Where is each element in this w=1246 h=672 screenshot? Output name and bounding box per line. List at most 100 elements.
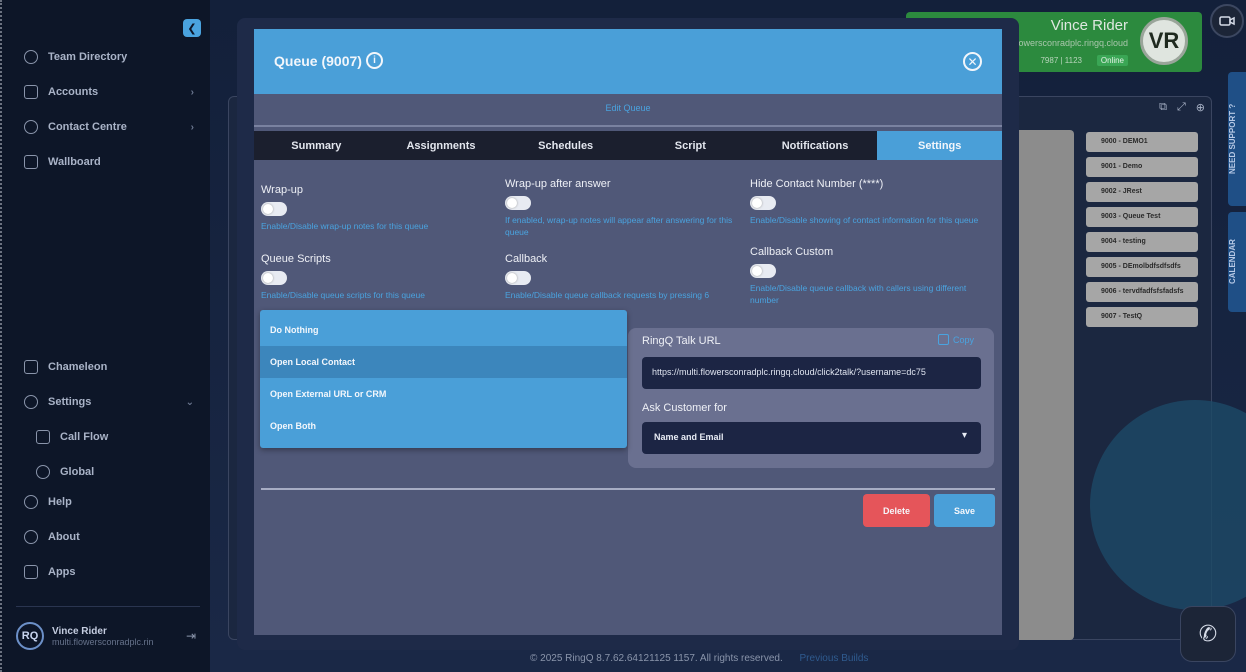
list-item[interactable]: 9000 - DEMO1 [1086,132,1198,152]
hide-contact-number-toggle[interactable] [750,196,776,210]
save-button[interactable]: Save [934,494,995,527]
sidebar-item-label: Team Directory [48,51,128,63]
callback-custom-hint: Enable/Disable queue callback with calle… [750,283,967,306]
gear-icon [24,395,38,409]
ringq-url-field[interactable]: https://multi.flowersconradplc.ringq.clo… [642,357,981,389]
wrapup-toggle[interactable] [261,202,287,216]
hide-contact-number-hint: Enable/Disable showing of contact inform… [750,215,979,225]
copy-button[interactable]: Copy [937,334,974,345]
queue-scripts-hint: Enable/Disable queue scripts for this qu… [261,290,425,300]
dropdown-option-do-nothing[interactable]: Do Nothing [260,314,627,346]
sidebar-item-label: Apps [48,566,76,578]
calendar-tab[interactable]: CALENDAR [1228,212,1246,312]
sidebar-item-label: Settings [48,396,92,408]
list-item[interactable]: 9001 - Demo [1086,157,1198,177]
sidebar-item-label: Accounts [48,86,99,98]
sidebar-user[interactable]: RQ Vince Rider multi.flowersconradplc.ri… [16,622,196,650]
hide-contact-number-field: Hide Contact Number (****) Enable/Disabl… [750,178,990,226]
expand-icon[interactable]: ⤢ [1177,101,1186,114]
sidebar-item-help[interactable]: Help [24,495,194,509]
queue-modal: Queue (9007) i ✕ Edit Queue Summary Assi… [254,29,1003,635]
chevron-down-icon: ⌄ [185,396,194,408]
sidebar-item-label: Chameleon [48,361,108,373]
callback-label: Callback [505,253,548,265]
callback-hint: Enable/Disable queue callback requests b… [505,290,710,300]
callback-custom-label: Callback Custom [750,246,834,258]
wrapup-after-answer-field: Wrap-up after answer If enabled, wrap-up… [505,178,745,239]
delete-button[interactable]: Delete [863,494,930,527]
sidebar-divider [16,606,200,607]
avatar: RQ [16,622,44,650]
sidebar-item-about[interactable]: About [24,530,194,544]
list-item[interactable]: 9005 - DEmolbdfsdfsdfs [1086,257,1198,277]
ask-customer-select[interactable]: Name and Email ▾ [642,422,981,454]
collapse-sidebar-icon[interactable]: ❮ [183,19,201,37]
wrapup-after-answer-hint: If enabled, wrap-up notes will appear af… [505,215,733,238]
info-icon [24,530,38,544]
add-icon[interactable]: ⊕ [1196,101,1205,114]
tab-script[interactable]: Script [628,131,753,160]
list-item[interactable]: 9004 - testing [1086,232,1198,252]
network-icon[interactable]: ⧉ [1159,101,1167,114]
dropdown-option-open-local-contact[interactable]: Open Local Contact [260,346,627,378]
ringq-talk-title: RingQ Talk URL [642,335,721,347]
dropdown-option-open-both[interactable]: Open Both [260,410,627,442]
avatar: VR [1140,17,1188,65]
sidebar-item-contact-centre[interactable]: Contact Centre › [24,120,194,134]
sidebar-item-accounts[interactable]: Accounts › [24,85,194,99]
modal-header: Queue (9007) i ✕ [254,29,1002,94]
video-call-button[interactable] [1210,4,1244,38]
tab-assignments[interactable]: Assignments [379,131,504,160]
sidebar-item-label: Call Flow [60,431,109,443]
callback-custom-toggle[interactable] [750,264,776,278]
tab-bar: Summary Assignments Schedules Script Not… [254,131,1003,160]
sidebar-item-label: Global [60,466,95,478]
sidebar-item-global[interactable]: Global [36,465,206,479]
queue-scripts-field: Queue Scripts Enable/Disable queue scrip… [261,253,501,301]
divider [261,488,995,490]
sidebar-item-chameleon[interactable]: Chameleon [24,360,194,374]
wrapup-field: Wrap-up Enable/Disable wrap-up notes for… [261,184,501,232]
footer: © 2025 RingQ 8.7.62.64121125 1157. All r… [530,653,868,664]
tab-settings[interactable]: Settings [877,131,1003,160]
dialpad-button[interactable]: ✆ [1180,606,1236,662]
sidebar-item-team-directory[interactable]: Team Directory [24,50,194,64]
sidebar-user-name: Vince Rider [52,625,107,637]
header-user-email: flowersconradplc.ringq.cloud [1013,38,1128,48]
queue-scripts-label: Queue Scripts [261,253,331,265]
list-item[interactable]: 9007 - TestQ [1086,307,1198,327]
previous-builds-link[interactable]: Previous Builds [800,653,869,664]
list-item[interactable]: 9003 - Queue Test [1086,207,1198,227]
dropdown-option-open-external-url[interactable]: Open External URL or CRM [260,378,627,410]
sidebar-item-apps[interactable]: Apps [24,565,194,579]
tab-schedules[interactable]: Schedules [503,131,628,160]
logout-icon[interactable]: ⇥ [186,629,196,643]
sidebar-item-label: About [48,531,80,543]
callback-custom-field: Callback Custom Enable/Disable queue cal… [750,246,990,307]
sidebar-item-wallboard[interactable]: Wallboard [24,155,194,169]
chameleon-icon [24,360,38,374]
footer-copyright: © 2025 RingQ 8.7.62.64121125 1157. All r… [530,653,783,664]
callback-toggle[interactable] [505,271,531,285]
hide-contact-number-label: Hide Contact Number (****) [750,178,884,190]
tab-notifications[interactable]: Notifications [753,131,878,160]
sidebar-item-settings[interactable]: Settings ⌄ [24,395,194,409]
list-item[interactable]: 9002 - JRest [1086,182,1198,202]
user-icon [24,50,38,64]
phone-icon: ✆ [1198,621,1218,646]
modal-title: Queue (9007) [274,53,362,69]
sidebar-item-call-flow[interactable]: Call Flow [36,430,206,444]
need-support-tab[interactable]: NEED SUPPORT ? [1228,72,1246,206]
close-icon[interactable]: ✕ [963,52,982,71]
queue-list: 9000 - DEMO1 9001 - Demo 9002 - JRest 90… [1086,132,1198,332]
info-icon[interactable]: i [366,52,383,69]
wrapup-after-answer-toggle[interactable] [505,196,531,210]
video-icon [1219,16,1235,26]
queue-scripts-toggle[interactable] [261,271,287,285]
ask-customer-label: Ask Customer for [642,402,727,414]
copy-icon [937,334,949,345]
chevron-right-icon: › [190,86,194,98]
tab-summary[interactable]: Summary [254,131,379,160]
header-extension: 7987 | 1123 [1040,56,1082,65]
list-item[interactable]: 9006 - tervdfadfsfsfadsfs [1086,282,1198,302]
